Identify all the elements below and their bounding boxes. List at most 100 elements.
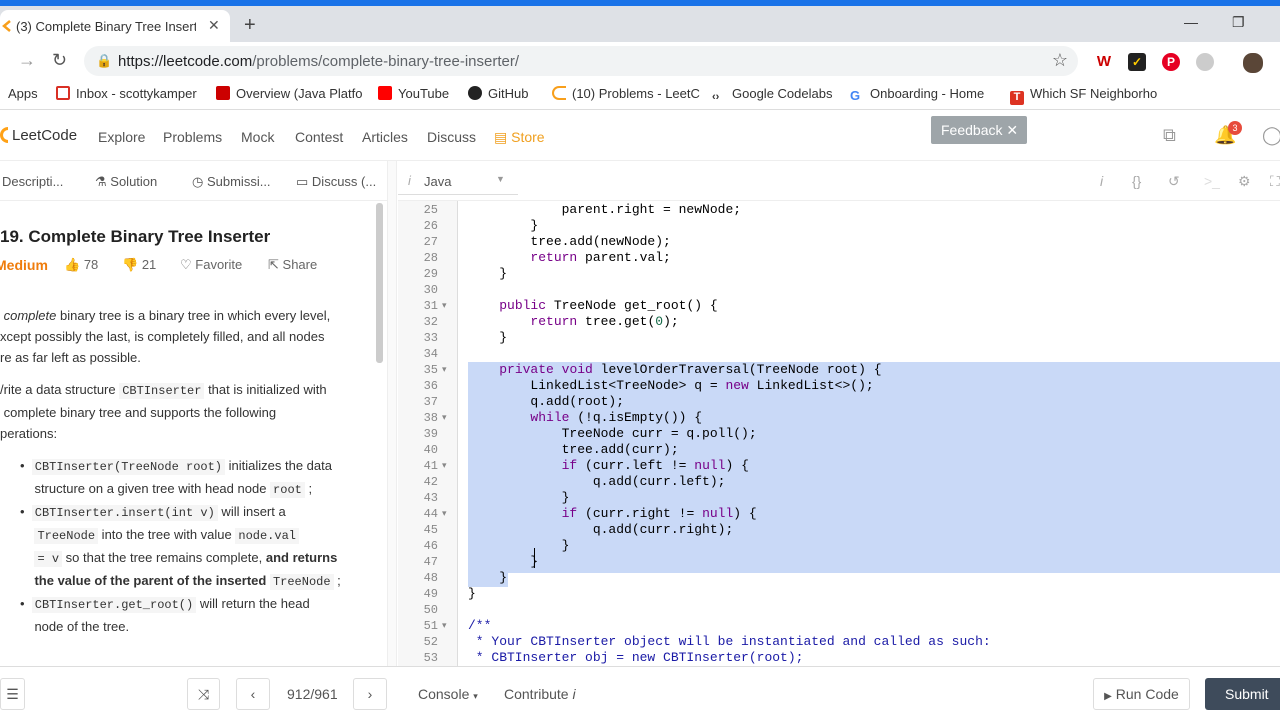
play-icon: ▶ — [1104, 691, 1112, 702]
circle-extension-icon[interactable] — [1196, 53, 1214, 71]
fullscreen-icon[interactable]: ⛶ — [1270, 173, 1280, 190]
settings-icon[interactable]: ⚙ — [1238, 173, 1251, 190]
nav-store[interactable]: ▤ Store — [494, 129, 545, 146]
bookmark-github[interactable]: GitHub — [468, 86, 528, 101]
favorite-button[interactable]: ♡ Favorite — [180, 257, 242, 273]
code-line: 53 * CBTInserter obj = new CBTInserter(r… — [423, 650, 804, 665]
tab-discuss[interactable]: ▭ Discuss (... — [296, 174, 376, 190]
code-line: 35 ▾ private void levelOrderTraversal(Tre… — [423, 362, 882, 377]
profile-avatar[interactable] — [1243, 53, 1263, 73]
shuffle-button[interactable]: ⤨ — [187, 678, 220, 710]
language-select[interactable]: i Java ▼ — [398, 169, 518, 195]
left-tabs: Descripti... ⚗ Solution ◷ Submissi... ▭ … — [0, 161, 387, 201]
panel-divider[interactable] — [387, 161, 397, 666]
tab-submissions[interactable]: ◷ Submissi... — [192, 174, 271, 190]
bookmark-sf-neighborhood[interactable]: T Which SF Neighborho — [1010, 86, 1180, 105]
tab-description[interactable]: Descripti... — [2, 174, 63, 189]
code-line: 41 ▾ if (curr.left != null) { — [423, 458, 749, 473]
description-bullet-list: • CBTInserter(TreeNode root) initializes… — [20, 458, 341, 634]
nav-discuss[interactable]: Discuss — [427, 129, 476, 145]
user-icon[interactable]: ◯ — [1262, 125, 1280, 146]
pinterest-icon[interactable]: P — [1162, 53, 1180, 71]
reload-icon[interactable]: ↻ — [52, 50, 67, 71]
youtube-icon — [378, 86, 392, 100]
code-line: 28 return parent.val; — [423, 250, 671, 265]
bookmark-onboarding[interactable]: G Onboarding - Home — [850, 86, 984, 103]
leetcode-icon — [552, 86, 566, 100]
new-tab-icon[interactable]: + — [244, 14, 256, 37]
code-line: 27 tree.add(newNode); — [423, 234, 671, 249]
problem-title: 19. Complete Binary Tree Inserter — [0, 227, 271, 246]
bookmark-codelabs[interactable]: ‹› Google Codelabs — [712, 86, 832, 105]
code-editor[interactable]: 25 parent.right = newNode; 26 } 27 tree.… — [398, 201, 1280, 666]
bookmark-leetcode-problems[interactable]: (10) Problems - LeetC — [552, 86, 700, 101]
bookmark-java-overview[interactable]: Overview (Java Platfo — [216, 86, 362, 101]
nav-problems[interactable]: Problems — [163, 129, 222, 145]
problem-counter: 912/961 — [287, 686, 338, 702]
share-button[interactable]: ⇱ Share — [268, 257, 317, 273]
code-line: 50 — [423, 603, 438, 617]
browser-tab[interactable]: (3) Complete Binary Tree Inserter ✕ — [0, 10, 230, 42]
bookmark-gmail[interactable]: Inbox - scottykamper — [56, 86, 197, 101]
t-icon: T — [1010, 91, 1024, 105]
code-line: 51 ▾/** — [423, 618, 492, 633]
tab-close-icon[interactable]: ✕ — [208, 17, 220, 34]
description-paragraph-1: complete binary tree is a binary tree in… — [0, 308, 331, 365]
bottom-bar: ☰ ⤨ ‹ 912/961 › Console ▾ Contribute i ▶… — [0, 666, 1280, 720]
info-icon: i — [572, 686, 576, 702]
code-line: 29 } — [423, 266, 508, 281]
code-line: 37 q.add(root); — [423, 394, 625, 409]
code-line: 49} — [423, 586, 476, 601]
tab-solution[interactable]: ⚗ Solution — [95, 174, 157, 190]
playground-icon[interactable]: ⧉ — [1163, 125, 1176, 146]
console-button[interactable]: Console ▾ — [418, 686, 478, 702]
clock-icon: ◷ — [192, 174, 204, 189]
code-line: 26 } — [423, 218, 539, 233]
description-paragraph-2: /rite a data structure CBTInserter that … — [0, 382, 327, 441]
chevron-down-icon: ▼ — [496, 174, 505, 184]
contribute-button[interactable]: Contribute i — [504, 686, 576, 702]
codelabs-icon: ‹› — [712, 91, 720, 103]
w-extension-icon[interactable]: W — [1095, 53, 1113, 71]
code-line: 38 ▾ while (!q.isEmpty()) { — [423, 410, 703, 425]
browser-tab-bar: (3) Complete Binary Tree Inserter ✕ + — … — [0, 6, 1280, 42]
code-line: 32 return tree.get(0); — [423, 314, 679, 329]
forward-icon[interactable]: → — [18, 50, 36, 71]
nav-explore[interactable]: Explore — [98, 129, 145, 145]
dislike-button[interactable]: 👎 21 — [122, 257, 156, 273]
submit-button[interactable]: Submit — [1205, 678, 1280, 710]
left-scrollbar[interactable] — [376, 203, 383, 363]
reset-icon[interactable]: ↺ — [1168, 173, 1180, 190]
store-icon: ▤ — [494, 129, 508, 145]
close-icon[interactable]: ✕ — [1006, 122, 1018, 138]
bookmark-youtube[interactable]: YouTube — [378, 86, 449, 101]
problem-list-button[interactable]: ☰ — [0, 678, 25, 710]
bookmark-star-icon[interactable]: ☆ — [1052, 50, 1068, 71]
gmail-icon — [56, 86, 70, 100]
info-icon[interactable]: i — [1100, 173, 1103, 189]
editor-toolbar: i Java ▼ i {} ↺ >_ ⚙ ⛶ — [398, 161, 1280, 201]
address-bar[interactable]: 🔒 https://leetcode.com/problems/complete… — [84, 46, 1078, 76]
braces-icon[interactable]: {} — [1132, 173, 1141, 189]
bookmark-apps[interactable]: Apps — [8, 86, 38, 101]
leetcode-logo[interactable]: LeetCode — [0, 127, 77, 144]
nav-contest[interactable]: Contest — [295, 129, 343, 145]
nav-articles[interactable]: Articles — [362, 129, 408, 145]
caret-down-icon: ▾ — [473, 691, 478, 701]
tab-title: (3) Complete Binary Tree Inserter — [16, 19, 196, 34]
list-icon: ☰ — [6, 686, 19, 702]
info-icon: i — [408, 173, 411, 188]
feedback-button[interactable]: Feedback ✕ — [931, 116, 1027, 144]
nav-mock[interactable]: Mock — [241, 129, 274, 145]
code-line: 25 parent.right = newNode; — [423, 202, 742, 217]
run-code-button[interactable]: ▶ Run Code — [1093, 678, 1190, 710]
restore-icon[interactable]: ❐ — [1232, 14, 1245, 31]
minimize-icon[interactable]: — — [1184, 14, 1198, 30]
like-button[interactable]: 👍 78 — [64, 257, 98, 273]
terminal-icon[interactable]: >_ — [1204, 173, 1220, 189]
check-extension-icon[interactable]: ✓ — [1128, 53, 1146, 71]
next-problem-button[interactable]: › — [353, 678, 387, 710]
prev-problem-button[interactable]: ‹ — [236, 678, 270, 710]
language-value: Java — [424, 174, 452, 189]
chevron-right-icon: › — [367, 686, 373, 702]
